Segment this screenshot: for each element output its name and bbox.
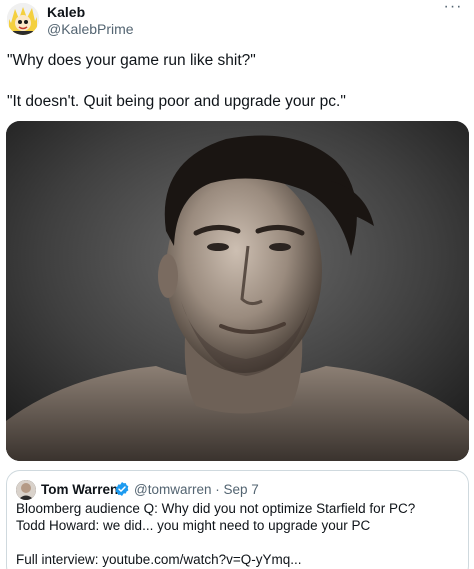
tweet-text-line: "Why does your game run like shit?" xyxy=(7,52,256,69)
quote-author-name[interactable]: Tom Warren xyxy=(41,482,118,497)
tweet-image[interactable] xyxy=(6,121,469,461)
quote-avatar-image xyxy=(16,480,36,500)
author-name[interactable]: Kaleb xyxy=(47,4,85,20)
portrait-image xyxy=(6,121,469,461)
avatar[interactable] xyxy=(7,3,39,35)
quote-text-line: Full interview: youtube.com/watch?v=Q-yY… xyxy=(16,552,302,567)
quote-handle-date[interactable]: @tomwarren · Sep 7 xyxy=(134,482,259,497)
quote-text-line: Todd Howard: we did... you might need to… xyxy=(16,518,371,533)
quote-avatar[interactable] xyxy=(16,480,36,500)
more-icon[interactable]: ··· xyxy=(442,0,464,18)
quoted-tweet[interactable]: Tom Warren @tomwarren · Sep 7 Bloomberg … xyxy=(6,470,469,569)
quote-text-line: Bloomberg audience Q: Why did you not op… xyxy=(16,501,416,516)
avatar-image xyxy=(7,3,39,35)
tweet-text-line: "It doesn't. Quit being poor and upgrade… xyxy=(7,93,346,110)
author-handle[interactable]: @KalebPrime xyxy=(47,21,134,37)
verified-badge-icon xyxy=(115,482,129,496)
